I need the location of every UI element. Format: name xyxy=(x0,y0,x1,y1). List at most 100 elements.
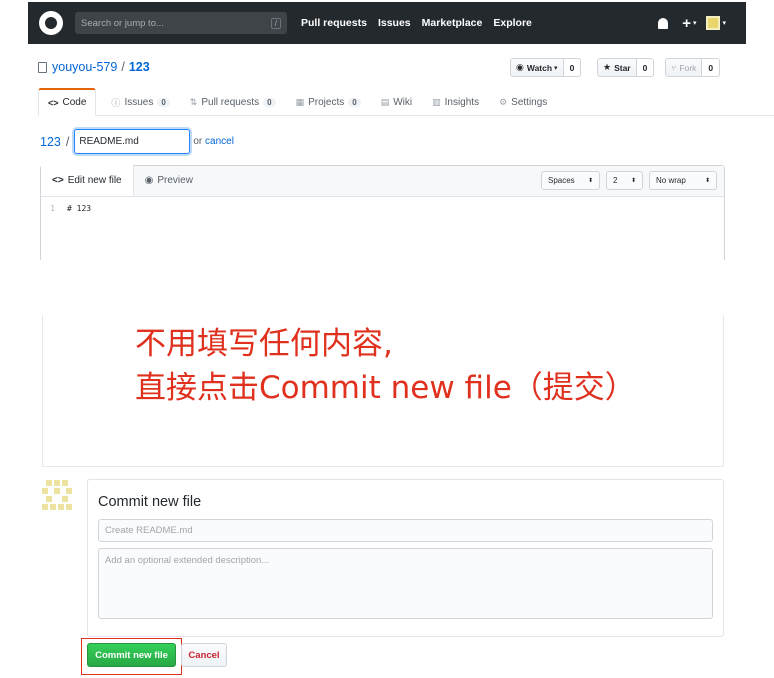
search-shortcut-key: / xyxy=(270,17,281,29)
code-icon: <> xyxy=(52,174,64,186)
chevron-down-icon[interactable]: ▾ xyxy=(693,19,697,27)
watch-label: Watch xyxy=(526,62,553,73)
committer-avatar xyxy=(42,478,74,510)
tab-label: Edit new file xyxy=(67,174,122,186)
commit-new-file-button[interactable]: Commit new file xyxy=(87,643,176,667)
star-label: Star xyxy=(614,62,631,73)
tab-label: Wiki xyxy=(393,96,413,108)
tab-preview[interactable]: ◉ Preview xyxy=(134,165,204,196)
annotation-text: 不用填写任何内容, 直接点击Commit new file（提交） xyxy=(135,322,636,410)
select-arrow-icon: ⬍ xyxy=(704,178,710,184)
file-path-breadcrumb: 123 / README.md or cancel xyxy=(40,129,234,154)
tab-count: 0 xyxy=(263,97,276,107)
tab-label: Pull requests xyxy=(201,96,260,108)
breadcrumb-separator: / xyxy=(65,134,70,149)
tab-count: 0 xyxy=(157,97,170,107)
bell-icon[interactable] xyxy=(658,17,669,29)
eye-icon: ◉ xyxy=(516,62,524,72)
tab-issues[interactable]: ⓘ Issues 0 xyxy=(102,88,178,116)
repo-nav-tabs: <> Code ⓘ Issues 0 ⇅ Pull requests 0 ▦ Project… xyxy=(38,88,774,116)
tab-settings[interactable]: ⚙ Settings xyxy=(490,88,556,116)
nav-marketplace[interactable]: Marketplace xyxy=(422,17,483,29)
repo-owner-link[interactable]: youyou-579 xyxy=(52,60,117,74)
tab-code[interactable]: <> Code xyxy=(38,88,97,116)
or-cancel: or cancel xyxy=(193,136,234,147)
fork-button[interactable]: ⑂ Fork xyxy=(665,58,703,77)
indent-size-value: 2 xyxy=(613,176,618,185)
cancel-link[interactable]: cancel xyxy=(205,136,234,147)
nav-pull-requests[interactable]: Pull requests xyxy=(301,17,367,29)
plus-icon[interactable]: + xyxy=(682,15,691,32)
star-button[interactable]: ★ Star xyxy=(597,58,637,77)
tab-label: Insights xyxy=(444,96,480,108)
commit-form: Commit new file Create README.md Add an … xyxy=(87,479,724,637)
global-header: Search or jump to... / Pull requests Iss… xyxy=(28,2,746,44)
github-logo-icon[interactable] xyxy=(39,11,63,35)
nav-issues[interactable]: Issues xyxy=(378,17,411,29)
wrap-mode-select[interactable]: No wrap ⬍ xyxy=(649,171,717,190)
watch-count[interactable]: 0 xyxy=(563,58,582,77)
fork-label: Fork xyxy=(679,62,697,73)
tab-projects[interactable]: ▦ Projects 0 xyxy=(287,88,370,116)
tab-label: Settings xyxy=(511,96,548,108)
indent-mode-select[interactable]: Spaces ⬍ xyxy=(541,171,600,190)
repo-title: youyou-579 / 123 xyxy=(38,60,150,74)
tab-pull-requests[interactable]: ⇅ Pull requests 0 xyxy=(181,88,285,116)
header-right: + ▾ ▾ xyxy=(658,15,726,32)
breadcrumb-repo-link[interactable]: 123 xyxy=(40,135,61,149)
annotation-line-2: 直接点击Commit new file（提交） xyxy=(135,370,636,406)
user-avatar[interactable] xyxy=(706,16,721,30)
star-icon: ★ xyxy=(603,62,612,72)
select-arrow-icon: ⬍ xyxy=(630,178,636,184)
graph-icon: ▥ xyxy=(432,96,441,107)
fork-count[interactable]: 0 xyxy=(702,58,721,77)
line-content: # 123 xyxy=(67,204,92,213)
watch-group: ◉ Watch ▾ 0 xyxy=(510,58,582,77)
repo-icon xyxy=(38,61,47,73)
commit-description-textarea[interactable]: Add an optional extended description... xyxy=(98,548,713,619)
fork-group: ⑂ Fork 0 xyxy=(665,58,721,77)
star-group: ★ Star 0 xyxy=(597,58,655,77)
nav-explore[interactable]: Explore xyxy=(493,17,532,29)
star-count[interactable]: 0 xyxy=(636,58,655,77)
editor-toolbar: <> Edit new file ◉ Preview Spaces ⬍ 2 ⬍ No w… xyxy=(41,164,724,197)
or-text: or xyxy=(193,136,203,147)
commit-summary-input[interactable]: Create README.md xyxy=(98,519,713,542)
tab-label: Preview xyxy=(157,175,193,186)
commit-form-title: Commit new file xyxy=(98,494,202,510)
repo-separator: / xyxy=(121,60,125,74)
repo-name-link[interactable]: 123 xyxy=(129,60,150,74)
pull-request-icon: ⇅ xyxy=(189,96,198,107)
tab-label: Projects xyxy=(308,96,345,108)
book-icon: ▤ xyxy=(380,96,390,107)
watch-button[interactable]: ◉ Watch ▾ xyxy=(510,58,564,77)
tab-edit-new-file[interactable]: <> Edit new file xyxy=(41,164,134,196)
wrap-mode-value: No wrap xyxy=(656,176,686,185)
cancel-button[interactable]: Cancel xyxy=(181,643,227,667)
chevron-down-icon: ▾ xyxy=(554,64,558,72)
fork-icon: ⑂ xyxy=(671,62,677,73)
search-placeholder: Search or jump to... xyxy=(81,17,164,29)
editor-options: Spaces ⬍ 2 ⬍ No wrap ⬍ xyxy=(535,171,717,190)
file-editor: <> Edit new file ◉ Preview Spaces ⬍ 2 ⬍ No w… xyxy=(40,164,725,260)
gear-icon: ⚙ xyxy=(499,96,508,107)
search-input[interactable]: Search or jump to... / xyxy=(75,12,287,34)
tab-label: Code xyxy=(62,97,87,108)
indent-mode-value: Spaces xyxy=(548,176,575,185)
code-line[interactable]: 1 # 123 xyxy=(41,204,724,213)
tab-count: 0 xyxy=(348,97,361,107)
select-arrow-icon: ⬍ xyxy=(587,178,593,184)
line-number: 1 xyxy=(50,204,55,213)
eye-icon: ◉ xyxy=(144,175,154,186)
chevron-down-icon[interactable]: ▾ xyxy=(722,19,726,27)
annotation-line-1: 不用填写任何内容, xyxy=(135,326,393,362)
tab-label: Issues xyxy=(124,96,154,108)
tab-wiki[interactable]: ▤ Wiki xyxy=(372,88,421,116)
indent-size-select[interactable]: 2 ⬍ xyxy=(606,171,643,190)
top-nav: Pull requests Issues Marketplace Explore xyxy=(301,17,543,29)
project-icon: ▦ xyxy=(295,96,305,107)
code-icon: <> xyxy=(48,97,59,108)
tab-insights[interactable]: ▥ Insights xyxy=(423,88,488,116)
filename-input[interactable]: README.md xyxy=(74,129,191,154)
issue-icon: ⓘ xyxy=(111,97,121,108)
